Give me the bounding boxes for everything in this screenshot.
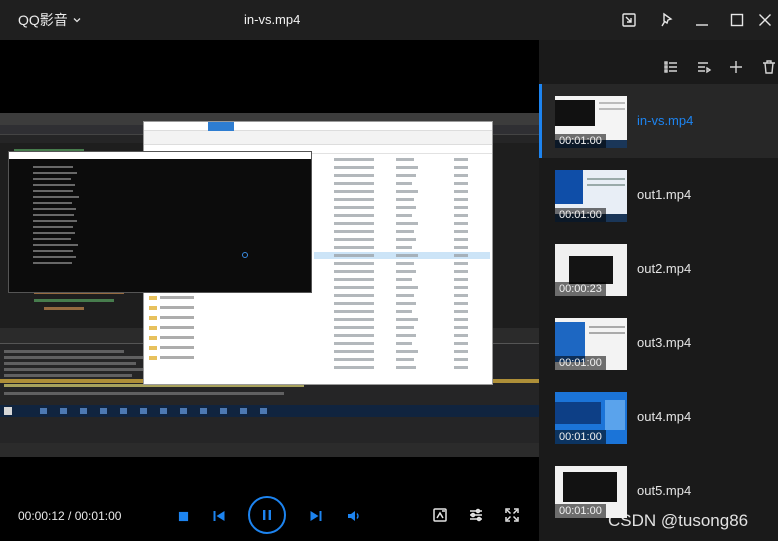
playlist-item-title: out3.mp4 xyxy=(637,335,692,350)
window-title: in-vs.mp4 xyxy=(244,12,301,27)
screenshot-button[interactable] xyxy=(430,505,450,525)
video-thumbnail: 00:01:00 xyxy=(555,392,627,444)
list-view-icon xyxy=(664,61,677,73)
playlist-item[interactable]: 00:01:00 out1.mp4 xyxy=(539,158,778,232)
screenshot-icon xyxy=(433,508,447,522)
pause-button[interactable] xyxy=(248,496,286,534)
plus-icon xyxy=(730,61,742,73)
video-taskbar xyxy=(0,405,539,417)
close-button[interactable] xyxy=(752,8,778,32)
playlist-panel: 00:01:00 in-vs.mp4 00:01:00 out1.mp4 00:… xyxy=(539,40,778,541)
playlist-item[interactable]: 00:01:00 out3.mp4 xyxy=(539,306,778,380)
playlist-item-title: out4.mp4 xyxy=(637,409,692,424)
duration-badge: 00:01:00 xyxy=(555,356,606,370)
playlist-item[interactable]: 00:00:23 out2.mp4 xyxy=(539,232,778,306)
previous-icon xyxy=(213,511,225,521)
video-area[interactable] xyxy=(0,40,539,480)
trash-icon xyxy=(763,60,775,74)
volume-button[interactable] xyxy=(344,506,364,526)
duration-badge: 00:01:00 xyxy=(555,430,606,444)
close-icon xyxy=(759,14,771,26)
play-order-button[interactable] xyxy=(694,57,714,77)
playlist-item-title: in-vs.mp4 xyxy=(637,113,694,128)
title-bar: QQ影音 in-vs.mp4 xyxy=(0,0,778,40)
next-button[interactable] xyxy=(307,507,325,525)
next-icon xyxy=(310,511,322,521)
stop-icon xyxy=(178,511,188,521)
stop-button[interactable] xyxy=(176,509,190,523)
pin-icon xyxy=(661,12,673,27)
video-thumbnail: 00:01:00 xyxy=(555,170,627,222)
video-frame xyxy=(0,113,539,457)
duration-badge: 00:01:00 xyxy=(555,134,606,148)
playlist-item[interactable]: 00:01:00 in-vs.mp4 xyxy=(539,84,778,158)
maximize-icon xyxy=(730,13,744,27)
video-thumbnail: 00:01:00 xyxy=(555,318,627,370)
minimize-button[interactable] xyxy=(689,8,715,32)
minimize-icon xyxy=(696,24,708,26)
settings-button[interactable] xyxy=(466,505,486,525)
playlist-item-title: out1.mp4 xyxy=(637,187,692,202)
play-order-icon xyxy=(698,62,712,74)
video-console-window xyxy=(8,151,312,293)
delete-button[interactable] xyxy=(759,57,778,77)
chevron-down-icon xyxy=(73,18,81,23)
video-thumbnail: 00:01:00 xyxy=(555,96,627,148)
duration-badge: 00:01:00 xyxy=(555,504,606,518)
time-display: 00:00:12 / 00:01:00 xyxy=(18,509,122,523)
fullscreen-button[interactable] xyxy=(502,505,522,525)
watermark-text: CSDN @tusong86 xyxy=(608,511,749,530)
playlist-item[interactable]: 00:01:00 out4.mp4 xyxy=(539,380,778,454)
playlist-item-title: out5.mp4 xyxy=(637,483,692,498)
mini-mode-button[interactable] xyxy=(616,8,642,32)
app-name: QQ影音 xyxy=(18,12,68,28)
playlist-view-button[interactable] xyxy=(661,57,681,77)
playlist-item-title: out2.mp4 xyxy=(637,261,692,276)
previous-button[interactable] xyxy=(210,507,228,525)
fullscreen-icon xyxy=(505,508,519,522)
video-thumbnail: 00:00:23 xyxy=(555,244,627,296)
pin-button[interactable] xyxy=(654,8,680,32)
add-file-button[interactable] xyxy=(726,57,746,77)
loading-spinner-icon xyxy=(242,252,248,258)
maximize-button[interactable] xyxy=(724,8,750,32)
equalizer-settings-icon xyxy=(470,508,482,522)
duration-badge: 00:00:23 xyxy=(555,282,606,296)
app-menu-button[interactable]: QQ影音 xyxy=(18,10,82,30)
mini-mode-icon xyxy=(622,13,636,27)
duration-badge: 00:01:00 xyxy=(555,208,606,222)
pause-icon xyxy=(263,510,271,520)
volume-icon xyxy=(348,511,359,521)
